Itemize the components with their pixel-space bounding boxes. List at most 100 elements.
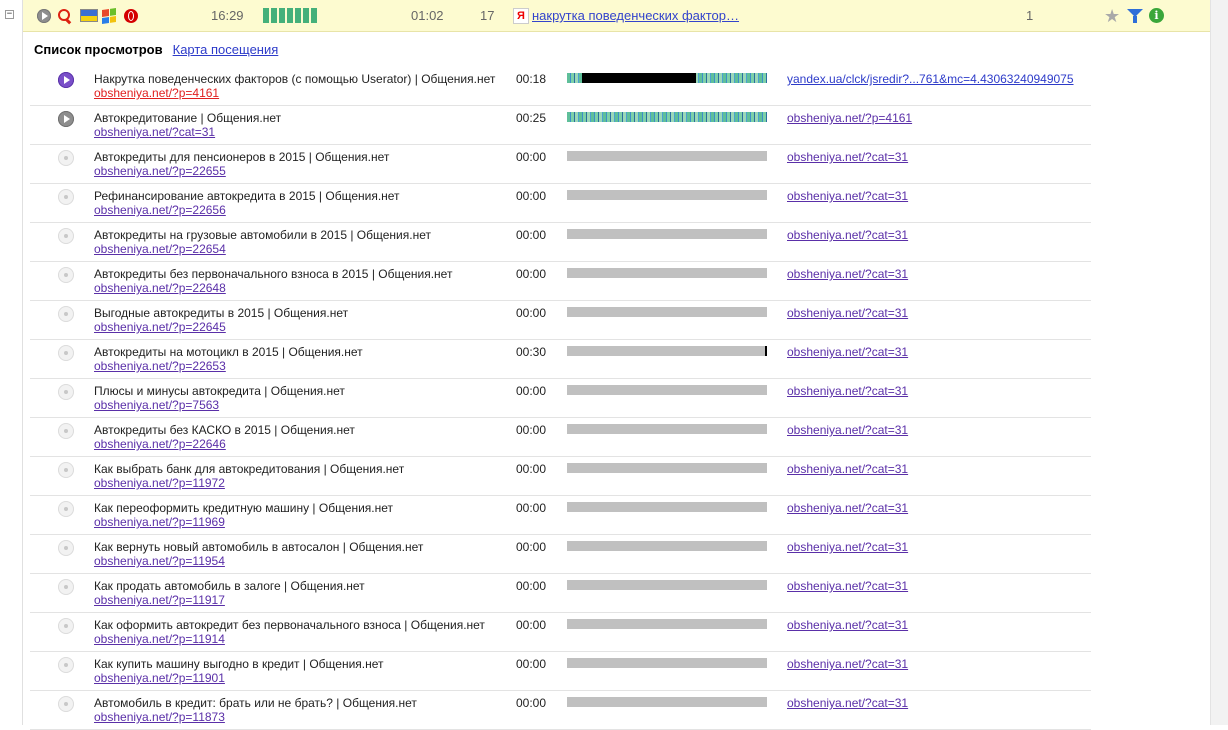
collapse-toggle[interactable]: − (5, 10, 14, 19)
pending-dot-icon[interactable] (58, 618, 74, 634)
filter-button[interactable] (1127, 0, 1143, 31)
referrer-link[interactable]: obsheniya.net/?cat=31 (787, 579, 908, 593)
pageview-row[interactable]: Как продать автомобиль в залоге | Общени… (30, 574, 1091, 613)
referrer-link[interactable]: obsheniya.net/?cat=31 (787, 501, 908, 515)
play-icon[interactable] (58, 72, 74, 88)
pageview-row[interactable]: Автокредиты для пенсионеров в 2015 | Общ… (30, 145, 1091, 184)
page-url-link[interactable]: obsheniya.net/?p=11901 (94, 671, 225, 685)
pageview-row[interactable]: Автокредиты на мотоцикл в 2015 | Общения… (30, 340, 1091, 379)
pageview-row[interactable]: Как купить машину выгодно в кредит | Общ… (30, 652, 1091, 691)
page-url-link[interactable]: obsheniya.net/?p=11969 (94, 515, 225, 529)
page-url-link[interactable]: obsheniya.net/?p=22646 (94, 437, 226, 451)
page-url-link[interactable]: obsheniya.net/?p=22648 (94, 281, 226, 295)
pageview-row[interactable]: Как выбрать банк для автокредитования | … (30, 457, 1091, 496)
referrer-link[interactable]: obsheniya.net/?cat=31 (787, 618, 908, 632)
favorite-button[interactable]: ★ (1104, 0, 1120, 31)
page-url-link[interactable]: obsheniya.net/?p=22654 (94, 242, 226, 256)
referrer-query-link[interactable]: накрутка поведенческих фактор… (532, 8, 739, 23)
pageview-row[interactable]: Плюсы и минусы автокредита | Общения.нет… (30, 379, 1091, 418)
page-url-link[interactable]: obsheniya.net/?p=22653 (94, 359, 226, 373)
playback-timeline[interactable] (567, 463, 767, 473)
play-icon[interactable] (58, 111, 74, 127)
referrer-link[interactable]: obsheniya.net/?cat=31 (787, 150, 908, 164)
referrer-link[interactable]: obsheniya.net/?cat=31 (787, 384, 908, 398)
pending-dot-icon[interactable] (58, 462, 74, 478)
page-title: Накрутка поведенческих факторов (с помощ… (94, 72, 496, 86)
vertical-scrollbar[interactable] (1210, 0, 1228, 725)
pageview-row[interactable]: Накрутка поведенческих факторов (с помощ… (30, 67, 1091, 106)
referrer-link[interactable]: obsheniya.net/?cat=31 (787, 228, 908, 242)
playback-timeline[interactable] (567, 73, 767, 83)
time-on-page: 00:00 (516, 267, 547, 281)
page-url-link[interactable]: obsheniya.net/?p=11954 (94, 554, 225, 568)
page-url-link[interactable]: obsheniya.net/?p=22645 (94, 320, 226, 334)
playback-timeline[interactable] (567, 658, 767, 668)
playback-timeline[interactable] (567, 541, 767, 551)
pending-dot-icon[interactable] (58, 150, 74, 166)
referrer-link[interactable]: obsheniya.net/?cat=31 (787, 306, 908, 320)
filter-icon (1127, 8, 1143, 24)
page-url-link[interactable]: obsheniya.net/?p=22655 (94, 164, 226, 178)
page-url-link[interactable]: obsheniya.net/?p=11917 (94, 593, 225, 607)
referrer-link[interactable]: obsheniya.net/?p=4161 (787, 111, 912, 125)
referrer-link[interactable]: obsheniya.net/?cat=31 (787, 267, 908, 281)
time-on-page: 00:00 (516, 462, 547, 476)
search-icon (58, 8, 72, 23)
page-title: Автокредитование | Общения.нет (94, 111, 282, 125)
referrer-link[interactable]: obsheniya.net/?cat=31 (787, 540, 908, 554)
referrer-link[interactable]: obsheniya.net/?cat=31 (787, 696, 908, 710)
playback-timeline[interactable] (567, 619, 767, 629)
playback-timeline[interactable] (567, 385, 767, 395)
pageview-row[interactable]: Выгодные автокредиты в 2015 | Общения.не… (30, 301, 1091, 340)
info-icon: i (1149, 8, 1164, 23)
playback-timeline[interactable] (567, 580, 767, 590)
playback-timeline[interactable] (567, 346, 767, 356)
referrer-link[interactable]: yandex.ua/clck/jsredir?...761&mc=4.43063… (787, 72, 1074, 86)
pending-dot-icon[interactable] (58, 579, 74, 595)
pending-dot-icon[interactable] (58, 345, 74, 361)
page-url-link[interactable]: obsheniya.net/?p=11914 (94, 632, 225, 646)
playback-timeline[interactable] (567, 229, 767, 239)
pending-dot-icon[interactable] (58, 306, 74, 322)
referrer-link[interactable]: obsheniya.net/?cat=31 (787, 657, 908, 671)
referrer-link[interactable]: obsheniya.net/?cat=31 (787, 345, 908, 359)
pageview-row[interactable]: Автокредиты без КАСКО в 2015 | Общения.н… (30, 418, 1091, 457)
pending-dot-icon[interactable] (58, 423, 74, 439)
referrer-link[interactable]: obsheniya.net/?cat=31 (787, 462, 908, 476)
play-session-button[interactable] (37, 0, 51, 31)
referrer-link[interactable]: obsheniya.net/?cat=31 (787, 189, 908, 203)
page-url-link[interactable]: obsheniya.net/?p=11972 (94, 476, 225, 490)
referrer-link[interactable]: obsheniya.net/?cat=31 (787, 423, 908, 437)
pageview-row[interactable]: Автокредиты на грузовые автомобили в 201… (30, 223, 1091, 262)
page-url-link[interactable]: obsheniya.net/?p=22656 (94, 203, 226, 217)
visit-map-link[interactable]: Карта посещения (173, 42, 279, 57)
playback-timeline[interactable] (567, 190, 767, 200)
pending-dot-icon[interactable] (58, 228, 74, 244)
page-url-link[interactable]: obsheniya.net/?p=4161 (94, 86, 219, 100)
pageview-row[interactable]: Как переоформить кредитную машину | Обще… (30, 496, 1091, 535)
playback-timeline[interactable] (567, 697, 767, 707)
pageview-row[interactable]: Рефинансирование автокредита в 2015 | Об… (30, 184, 1091, 223)
playback-timeline[interactable] (567, 268, 767, 278)
info-button[interactable]: i (1149, 0, 1164, 31)
playback-timeline[interactable] (567, 502, 767, 512)
pageview-row[interactable]: Как оформить автокредит без первоначальн… (30, 613, 1091, 652)
playback-timeline[interactable] (567, 307, 767, 317)
playback-timeline[interactable] (567, 112, 767, 122)
pending-dot-icon[interactable] (58, 657, 74, 673)
pageview-row[interactable]: Автокредитование | Общения.нет obsheniya.… (30, 106, 1091, 145)
pending-dot-icon[interactable] (58, 267, 74, 283)
playback-timeline[interactable] (567, 151, 767, 161)
page-url-link[interactable]: obsheniya.net/?cat=31 (94, 125, 215, 139)
pending-dot-icon[interactable] (58, 189, 74, 205)
pageview-row[interactable]: Автокредиты без первоначального взноса в… (30, 262, 1091, 301)
pageview-row[interactable]: Автомобиль в кредит: брать или не брать?… (30, 691, 1091, 730)
pending-dot-icon[interactable] (58, 501, 74, 517)
pending-dot-icon[interactable] (58, 384, 74, 400)
page-url-link[interactable]: obsheniya.net/?p=11873 (94, 710, 225, 724)
page-url-link[interactable]: obsheniya.net/?p=7563 (94, 398, 219, 412)
playback-timeline[interactable] (567, 424, 767, 434)
pending-dot-icon[interactable] (58, 696, 74, 712)
pageview-row[interactable]: Как вернуть новый автомобиль в автосалон… (30, 535, 1091, 574)
pending-dot-icon[interactable] (58, 540, 74, 556)
